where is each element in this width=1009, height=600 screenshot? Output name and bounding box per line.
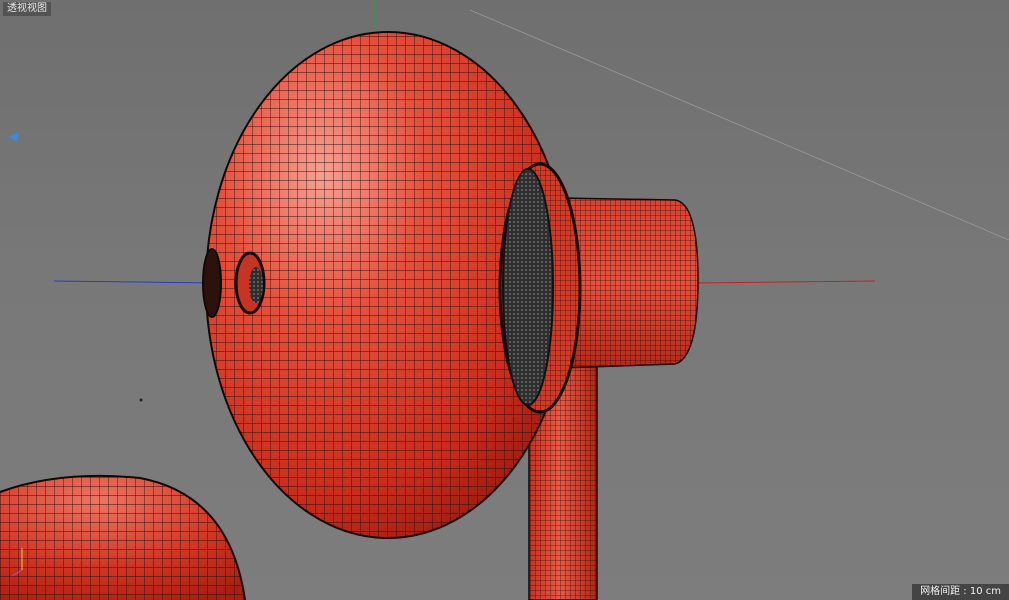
viewport-title[interactable]: 透视视图 [2,1,52,17]
z-axis [53,280,216,284]
object-pivot-dot [139,398,143,402]
scene-canvas[interactable] [0,0,1009,600]
grid-spacing-readout: 网格间距 : 10 cm [912,584,1009,600]
x-axis [694,280,876,284]
earbud-head[interactable] [202,31,582,539]
3d-viewport[interactable]: 透视视图 网格间距 : 10 cm [0,0,1009,600]
second-earbud[interactable] [0,474,246,600]
vent-hole-outer [202,248,222,318]
speaker-mesh [502,168,554,406]
